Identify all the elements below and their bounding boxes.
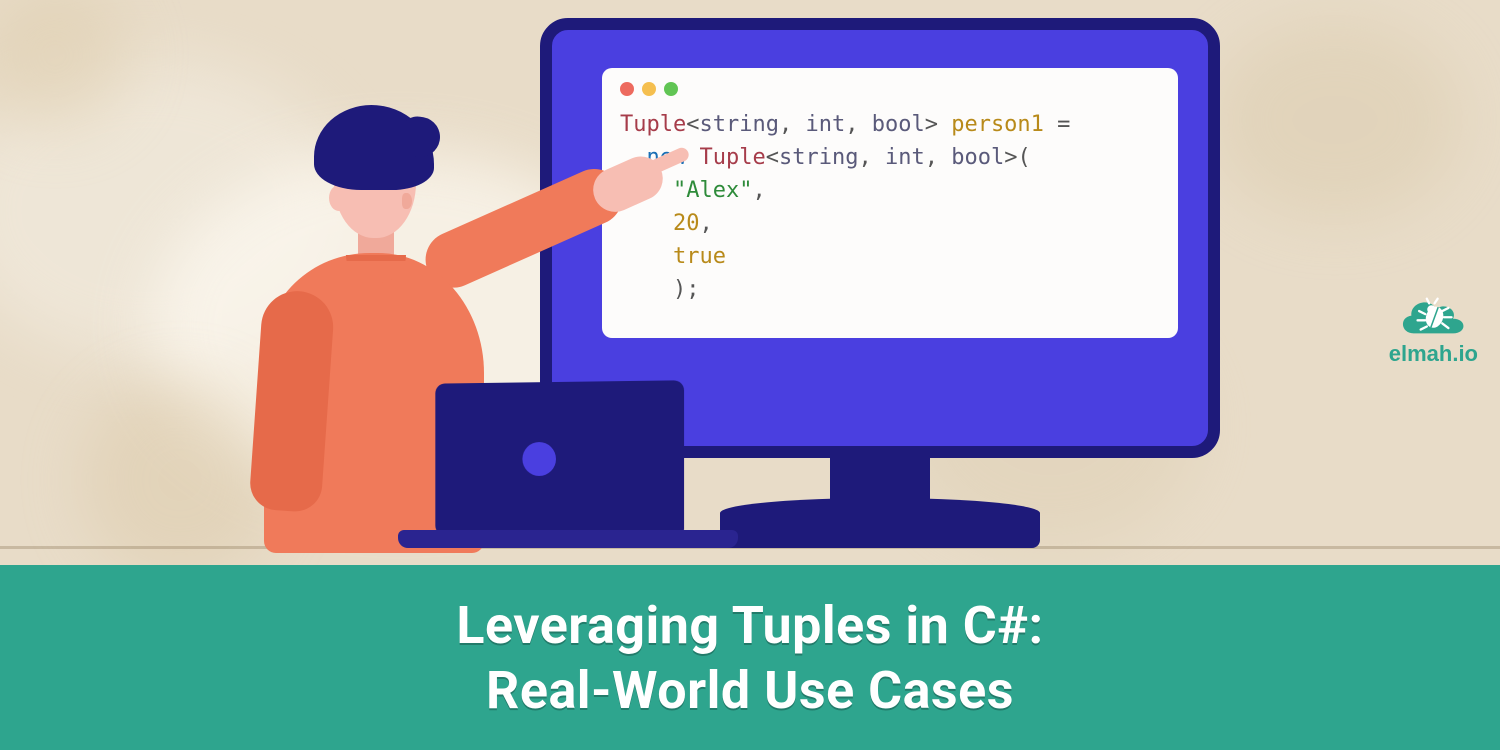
code-token-gen: int bbox=[885, 145, 925, 170]
illustration-scene: Tuple<string, int, bool> person1 = new T… bbox=[0, 0, 1500, 565]
bg-texture bbox=[1210, 20, 1460, 220]
traffic-red-icon bbox=[620, 82, 634, 96]
brand-name: elmah.io bbox=[1389, 341, 1478, 367]
code-token-num: 20 bbox=[673, 211, 700, 236]
person-hair bbox=[314, 105, 434, 190]
code-token-pun: > bbox=[925, 112, 938, 137]
brand-logo: elmah.io bbox=[1389, 291, 1478, 367]
code-token-pun: , bbox=[752, 178, 765, 203]
code-token-gen: string bbox=[699, 112, 778, 137]
code-line: 20, bbox=[620, 207, 1160, 240]
traffic-yellow-icon bbox=[642, 82, 656, 96]
code-token-pun: > bbox=[1004, 145, 1017, 170]
code-token-gen: bool bbox=[872, 112, 925, 137]
code-token-pun: ); bbox=[673, 277, 700, 302]
code-token-var: person1 bbox=[951, 112, 1044, 137]
code-line: new Tuple<string, int, bool>( bbox=[620, 141, 1160, 174]
code-window: Tuple<string, int, bool> person1 = new T… bbox=[602, 68, 1178, 338]
code-token-pun: < bbox=[766, 145, 779, 170]
laptop bbox=[435, 380, 684, 538]
code-token-pun: = bbox=[1057, 112, 1070, 137]
code-token-pun: , bbox=[845, 112, 858, 137]
code-token-pun: ( bbox=[1017, 145, 1030, 170]
code-token-pun: < bbox=[686, 112, 699, 137]
code-token-gen: int bbox=[805, 112, 845, 137]
code-token-pun: , bbox=[699, 211, 712, 236]
laptop-base bbox=[398, 530, 738, 548]
laptop-logo-icon bbox=[522, 442, 556, 476]
code-token-gen: bool bbox=[951, 145, 1004, 170]
person-arm-down bbox=[248, 289, 335, 513]
traffic-green-icon bbox=[664, 82, 678, 96]
page-title: Leveraging Tuples in C#: Real-World Use … bbox=[456, 593, 1043, 723]
code-line: "Alex", bbox=[620, 174, 1160, 207]
code-body: Tuple<string, int, bool> person1 = new T… bbox=[620, 108, 1160, 306]
monitor-stand-neck bbox=[830, 458, 930, 518]
code-line: Tuple<string, int, bool> person1 = bbox=[620, 108, 1160, 141]
code-line: ); bbox=[620, 273, 1160, 306]
window-traffic-lights bbox=[620, 82, 1160, 96]
title-line-1: Leveraging Tuples in C#: bbox=[456, 595, 1043, 656]
cloud-bug-icon bbox=[1394, 291, 1472, 345]
code-token-type: Tuple bbox=[700, 145, 766, 170]
code-line: true bbox=[620, 240, 1160, 273]
person-nose bbox=[402, 193, 412, 209]
code-token-str: "Alex" bbox=[673, 178, 752, 203]
code-token-pun: , bbox=[779, 112, 792, 137]
title-line-2: Real-World Use Cases bbox=[486, 660, 1014, 721]
person-arm-pointing bbox=[417, 160, 632, 297]
code-token-pun: , bbox=[858, 145, 871, 170]
code-token-gen: string bbox=[779, 145, 858, 170]
code-token-pun: , bbox=[925, 145, 938, 170]
code-token-bool: true bbox=[673, 244, 726, 269]
title-bar: Leveraging Tuples in C#: Real-World Use … bbox=[0, 565, 1500, 750]
